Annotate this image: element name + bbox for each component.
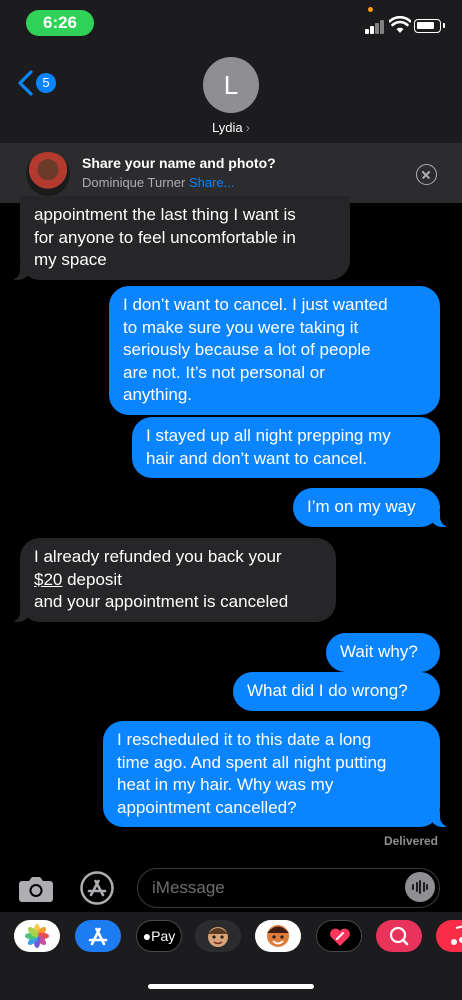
message-bubble-sent[interactable]: I rescheduled it to this date a long tim… xyxy=(103,721,450,827)
music-note-icon xyxy=(451,925,462,945)
app-store-a-icon xyxy=(88,927,108,946)
memoji-app-button[interactable] xyxy=(195,920,241,952)
message-text-part: I already refunded you back your xyxy=(34,547,282,566)
music-app-button[interactable] xyxy=(436,920,462,952)
cellular-signal-icon xyxy=(365,20,385,34)
delivery-status: Delivered xyxy=(383,834,438,848)
apple-pay-app-button[interactable]: ●Pay xyxy=(136,920,182,952)
message-text: I’m on my way xyxy=(307,497,416,516)
message-text: I already refunded you back your $20 dep… xyxy=(34,546,322,614)
message-input[interactable]: iMessage xyxy=(137,868,440,908)
message-text-part: deposit and your appointment is canceled xyxy=(34,569,289,612)
chevron-right-icon: › xyxy=(245,120,250,135)
audio-message-button[interactable] xyxy=(405,872,435,902)
share-subtitle: Dominique Turner Share... xyxy=(82,175,234,190)
contact-avatar[interactable]: L xyxy=(203,57,259,113)
message-bubble-received[interactable]: I already refunded you back your $20 dep… xyxy=(10,538,336,622)
message-bubble-sent[interactable]: Wait why? xyxy=(326,633,440,672)
profile-photo xyxy=(26,152,70,196)
contact-name: Lydia xyxy=(212,120,243,135)
camera-indicator-dot xyxy=(368,7,373,12)
image-search-app-button[interactable] xyxy=(376,920,422,952)
memoji-stickers-icon xyxy=(267,925,289,947)
camera-icon[interactable] xyxy=(18,873,54,903)
message-text: Wait why? xyxy=(340,642,418,661)
waveform-icon xyxy=(412,880,428,894)
wifi-icon xyxy=(389,16,411,33)
memoji-face-icon xyxy=(208,927,228,947)
status-bar: 6:26 xyxy=(0,0,462,46)
message-bubble-received[interactable]: appointment the last thing I want is for… xyxy=(10,196,350,280)
back-button[interactable]: 5 xyxy=(16,68,62,98)
chevron-left-icon xyxy=(18,70,33,96)
share-owner-name: Dominique Turner xyxy=(82,175,186,190)
digital-touch-app-button[interactable] xyxy=(316,920,362,952)
home-indicator[interactable] xyxy=(148,984,314,989)
battery-icon xyxy=(414,19,445,33)
share-title: Share your name and photo? xyxy=(82,155,276,171)
app-drawer: ●Pay xyxy=(0,912,462,1000)
share-link[interactable]: Share... xyxy=(189,175,235,190)
contact-name-button[interactable]: Lydia › xyxy=(0,120,462,135)
message-text: What did I do wrong? xyxy=(247,681,408,700)
message-bubble-sent[interactable]: What did I do wrong? xyxy=(233,672,440,711)
photos-icon xyxy=(25,924,49,948)
message-bubble-sent[interactable]: I don’t want to cancel. I just wanted to… xyxy=(109,286,440,415)
message-text: appointment the last thing I want is for… xyxy=(34,205,296,269)
globe-search-icon xyxy=(389,926,409,946)
app-store-app-button[interactable] xyxy=(75,920,121,952)
message-bubble-sent[interactable]: I stayed up all night prepping my hair a… xyxy=(132,417,440,478)
status-time[interactable]: 6:26 xyxy=(26,10,94,36)
apple-logo-icon: ● xyxy=(142,928,152,944)
message-text: I don’t want to cancel. I just wanted to… xyxy=(123,295,388,404)
detected-amount-link[interactable]: $20 xyxy=(34,570,62,589)
share-name-photo-banner: Share your name and photo? Dominique Tur… xyxy=(0,143,462,203)
photos-app-button[interactable] xyxy=(14,920,60,952)
message-input-placeholder: iMessage xyxy=(152,878,225,897)
message-text: I stayed up all night prepping my hair a… xyxy=(146,426,391,468)
message-bubble-sent[interactable]: I’m on my way xyxy=(293,488,450,527)
close-icon[interactable] xyxy=(416,164,437,185)
app-store-icon[interactable] xyxy=(78,871,116,905)
conversation-header: 5 L Lydia › xyxy=(0,46,462,143)
message-text: I rescheduled it to this date a long tim… xyxy=(117,730,387,817)
memoji-stickers-app-button[interactable] xyxy=(255,920,301,952)
heart-icon xyxy=(330,928,350,946)
unread-count-badge: 5 xyxy=(36,73,56,93)
apple-pay-label: Pay xyxy=(151,928,176,944)
